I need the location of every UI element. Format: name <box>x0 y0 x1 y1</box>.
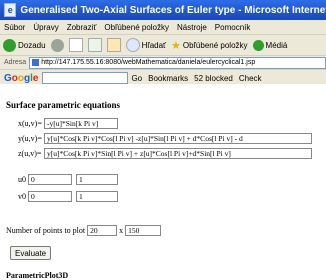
npoints-sep: x <box>119 226 124 235</box>
npoints-row: Number of points to plot x <box>6 225 163 236</box>
refresh-icon <box>87 38 102 52</box>
toolbar: Dozadu Hľadať ★ Obľúbené položky Médiá <box>0 35 326 56</box>
home-button[interactable] <box>106 38 121 52</box>
address-input[interactable]: http://147.175.55.16:8080/webMathematica… <box>29 56 326 69</box>
npoints-label: Number of points to plot <box>6 226 86 235</box>
back-label: Dozadu <box>18 40 46 50</box>
menu-help[interactable]: Pomocník <box>215 23 251 32</box>
equation-y-row: y(u,v)= <box>18 133 312 144</box>
eq-z-input[interactable] <box>44 148 312 159</box>
back-button[interactable]: Dozadu <box>3 38 46 52</box>
forward-button[interactable] <box>50 38 64 52</box>
u0-to-input[interactable] <box>76 174 118 185</box>
v0-row: v0 <box>18 191 120 202</box>
eq-x-label: x(u,v)= <box>18 119 42 128</box>
equation-x-row: x(u,v)= <box>18 118 118 129</box>
result-title: ParametricPlot3D <box>6 271 69 280</box>
v0-to-input[interactable] <box>76 191 118 202</box>
forward-arrow-icon <box>50 38 64 52</box>
address-label: Adresa <box>4 59 27 66</box>
search-icon <box>125 38 140 52</box>
page-icon <box>32 59 40 66</box>
back-arrow-icon <box>3 38 16 52</box>
address-bar: Adresa http://147.175.55.16:8080/webMath… <box>0 56 326 70</box>
v0-label: v0 <box>18 192 26 201</box>
google-search-input[interactable] <box>42 72 129 84</box>
menu-favorites[interactable]: Obľúbené položky <box>104 23 169 32</box>
favorites-label: Obľúbené položky <box>182 40 248 50</box>
google-go-button[interactable]: Go <box>131 74 142 83</box>
search-button[interactable]: Hľadať <box>125 38 167 52</box>
menu-tools[interactable]: Nástroje <box>177 23 207 32</box>
title-bar: e Generalised Two-Axial Surfaces of Eule… <box>0 0 326 20</box>
page-content: Surface parametric equations x(u,v)= y(u… <box>0 84 326 280</box>
window-title: Generalised Two-Axial Surfaces of Euler … <box>20 4 326 16</box>
check-button[interactable]: Check <box>239 74 262 83</box>
ie-icon: e <box>4 3 17 17</box>
menu-edit[interactable]: Úpravy <box>33 23 58 32</box>
eq-y-label: y(u,v)= <box>18 134 42 143</box>
eq-y-input[interactable] <box>44 133 312 144</box>
favorites-button[interactable]: ★ Obľúbené položky <box>171 39 247 52</box>
u0-label: u0 <box>18 175 26 184</box>
equation-z-row: z(u,v)= <box>18 148 312 159</box>
media-button[interactable]: Médiá <box>252 39 288 51</box>
star-icon: ★ <box>171 39 181 52</box>
media-label: Médiá <box>265 40 288 50</box>
v0-from-input[interactable] <box>28 191 72 202</box>
media-icon <box>252 39 264 51</box>
google-logo: Google <box>4 72 39 84</box>
npoints-u-input[interactable] <box>87 225 118 236</box>
home-icon <box>106 38 121 52</box>
eq-x-input[interactable] <box>44 118 118 129</box>
section-title: Surface parametric equations <box>6 100 120 110</box>
u0-from-input[interactable] <box>28 174 72 185</box>
address-url: http://147.175.55.16:8080/webMathematica… <box>41 59 256 66</box>
evaluate-button[interactable]: Evaluate <box>10 246 52 260</box>
stop-icon <box>68 38 83 52</box>
refresh-button[interactable] <box>87 38 102 52</box>
menu-file[interactable]: Súbor <box>4 23 25 32</box>
popup-blocked-button[interactable]: 52 blocked <box>194 74 233 83</box>
bookmarks-button[interactable]: Bookmarks <box>148 74 188 83</box>
menu-view[interactable]: Zobraziť <box>67 23 97 32</box>
menu-bar: Súbor Úpravy Zobraziť Obľúbené položky N… <box>0 20 326 35</box>
search-label: Hľadať <box>141 40 167 50</box>
browser-window: e Generalised Two-Axial Surfaces of Eule… <box>0 0 326 280</box>
npoints-v-input[interactable] <box>125 225 162 236</box>
stop-button[interactable] <box>68 38 83 52</box>
u0-row: u0 <box>18 174 120 185</box>
eq-z-label: z(u,v)= <box>18 149 42 158</box>
